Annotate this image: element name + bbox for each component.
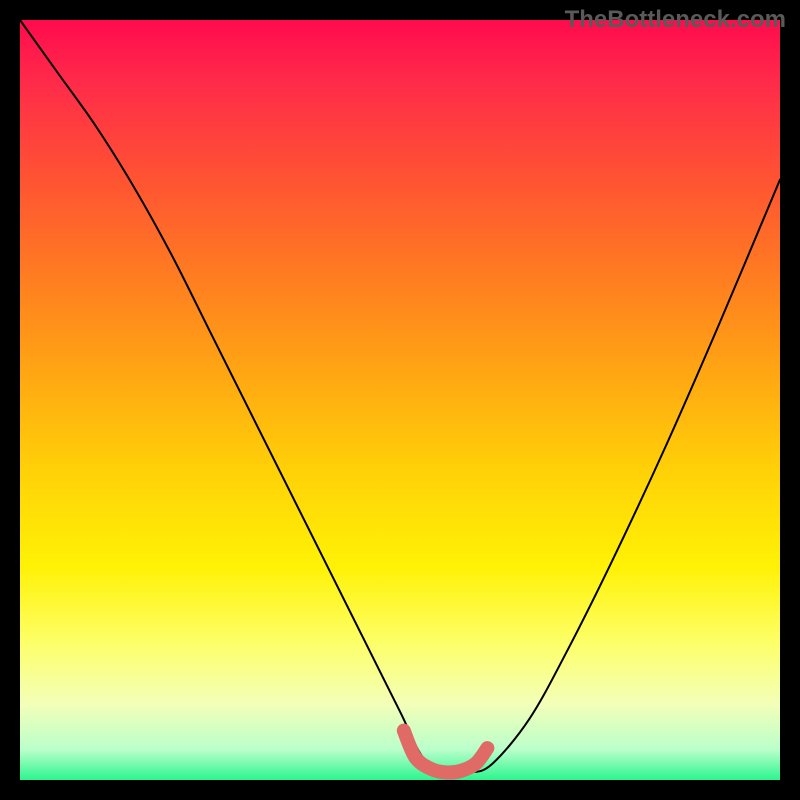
chart-gradient-area [20, 20, 780, 780]
bottleneck-curve-line [20, 20, 780, 774]
highlight-trough-line [404, 731, 488, 773]
chart-svg [20, 20, 780, 780]
watermark-text: TheBottleneck.com [565, 6, 786, 34]
